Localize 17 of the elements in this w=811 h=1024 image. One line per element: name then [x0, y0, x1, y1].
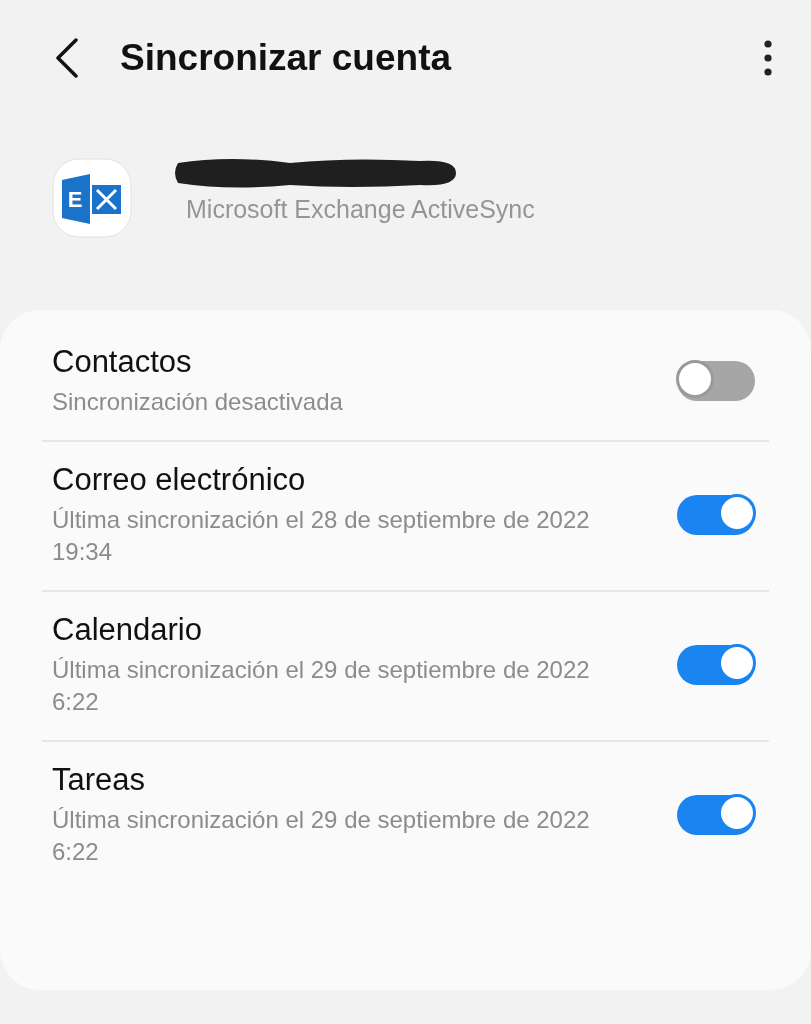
exchange-logo-icon: E — [52, 158, 132, 238]
back-icon[interactable] — [54, 38, 80, 78]
item-status: Última sincronización el 29 de septiembre de 2022 6:22 — [52, 655, 591, 717]
more-options-icon[interactable] — [763, 40, 773, 76]
item-title: Tareas — [52, 762, 147, 798]
item-status: Sincronización desactivada — [52, 387, 344, 417]
account-type: Microsoft Exchange ActiveSync — [186, 194, 535, 224]
sync-toggle[interactable] — [677, 361, 755, 401]
item-title: Contactos — [52, 344, 193, 380]
sync-toggle[interactable] — [677, 495, 755, 535]
item-title: Calendario — [52, 612, 203, 648]
item-title: Correo electrónico — [52, 462, 307, 498]
page-title: Sincronizar cuenta — [120, 37, 453, 79]
item-status: Última sincronización el 28 de septiembre de 2022 19:34 — [52, 505, 591, 567]
sync-toggle[interactable] — [677, 645, 755, 685]
sync-toggle[interactable] — [677, 795, 755, 835]
item-status: Última sincronización el 29 de septiembre de 2022 6:22 — [52, 805, 591, 867]
